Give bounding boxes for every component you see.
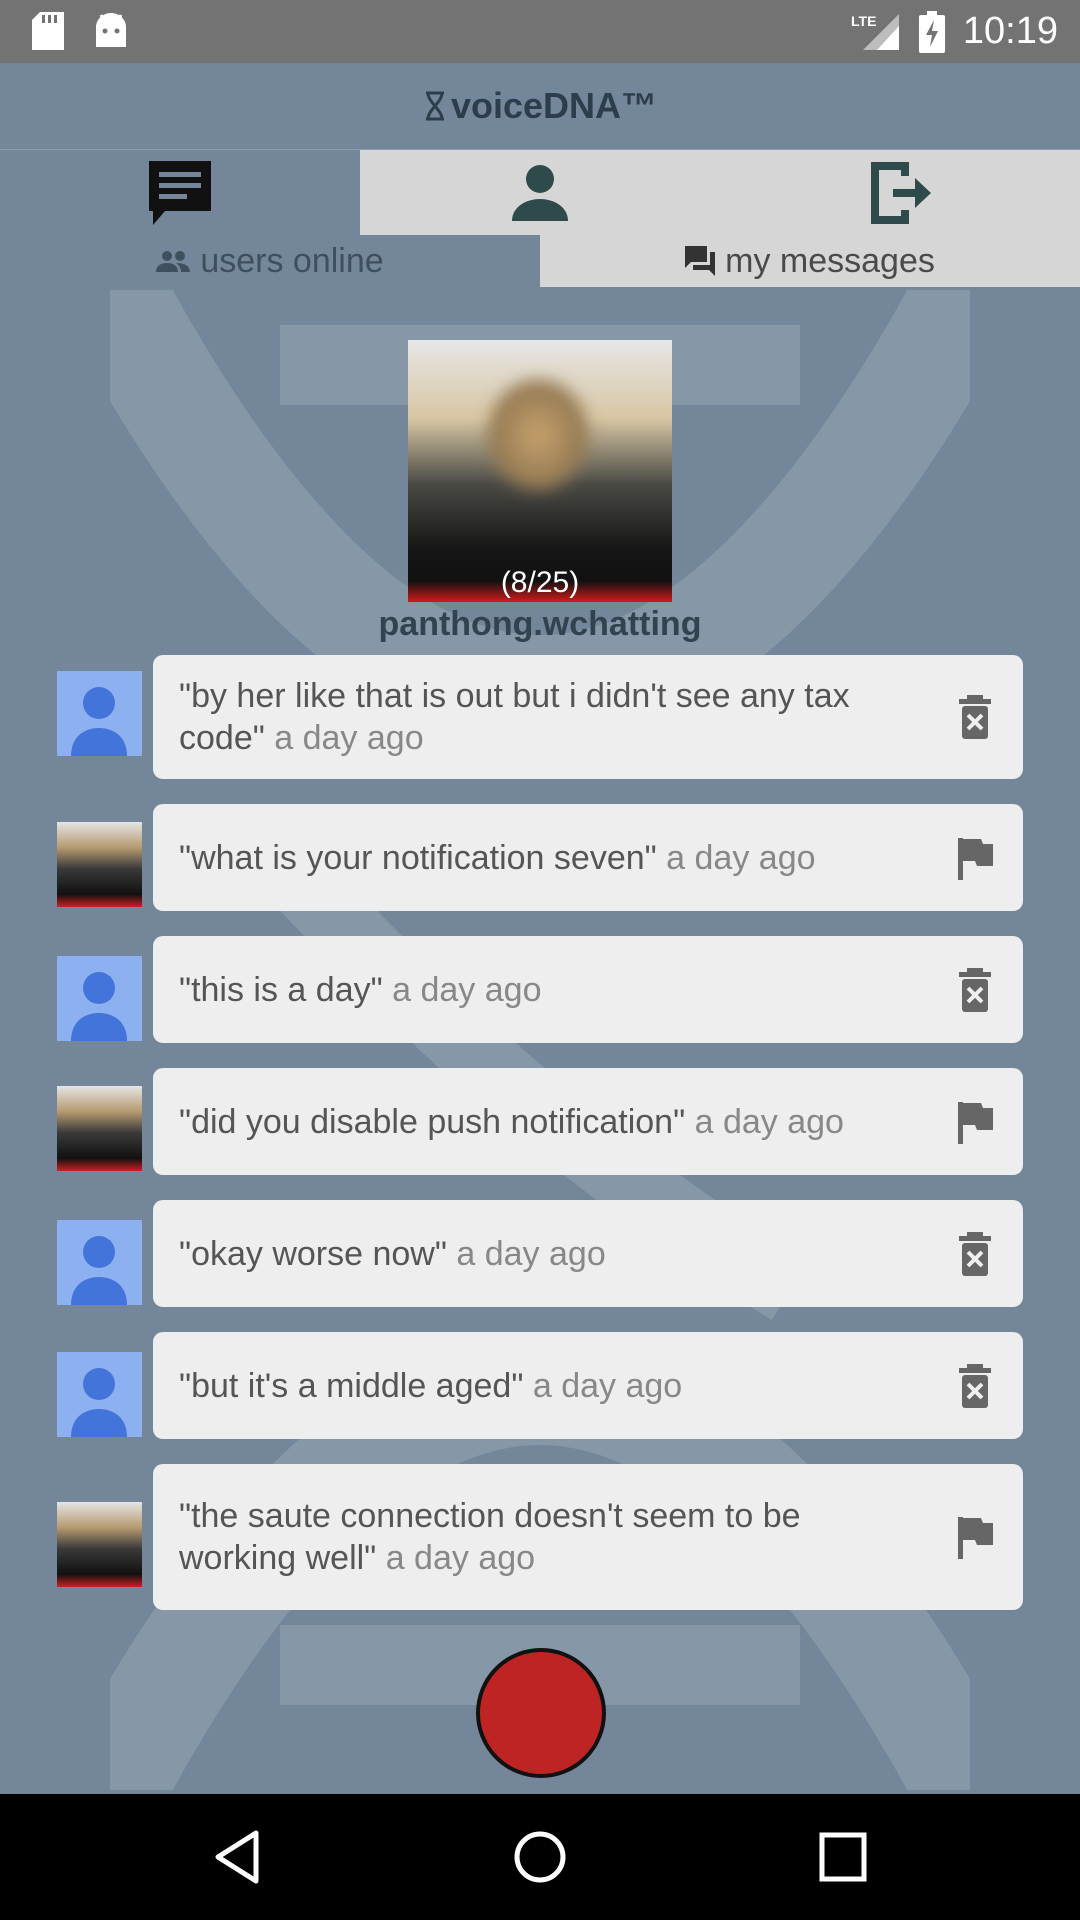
tab-logout[interactable] xyxy=(720,150,1080,235)
message-count: (8/25) xyxy=(500,566,580,599)
message-bubble[interactable]: "what is your notification seven" a day … xyxy=(153,804,1023,911)
message-text: "this is a day" a day ago xyxy=(179,969,541,1011)
message-text: "by her like that is out but i didn't se… xyxy=(179,675,913,759)
avatar[interactable] xyxy=(57,1502,142,1587)
avatar[interactable] xyxy=(57,671,142,756)
dna-logo-icon xyxy=(425,91,444,121)
signal-icon: LTE xyxy=(851,13,899,50)
message-text: "but it's a middle aged" a day ago xyxy=(179,1365,682,1407)
message-bubble[interactable]: "this is a day" a day ago xyxy=(153,936,1023,1043)
message-bubble[interactable]: "by her like that is out but i didn't se… xyxy=(153,655,1023,779)
message-bubble[interactable]: "okay worse now" a day ago xyxy=(153,1200,1023,1307)
message-body: "did you disable push notification" xyxy=(179,1102,686,1141)
avatar[interactable] xyxy=(57,1352,142,1437)
clock: 10:19 xyxy=(962,10,1058,52)
message-body: "what is your notification seven" xyxy=(179,838,657,877)
subtab-my-messages-label: my messages xyxy=(725,241,935,280)
delete-icon[interactable] xyxy=(955,1231,995,1276)
subtab-my-messages[interactable]: my messages xyxy=(540,235,1080,287)
messages-icon xyxy=(685,246,716,276)
message-time: a day ago xyxy=(385,1539,536,1577)
message-text: "did you disable push notification" a da… xyxy=(179,1101,844,1143)
delete-icon[interactable] xyxy=(955,967,995,1012)
delete-icon[interactable] xyxy=(955,1363,995,1408)
system-nav-bar xyxy=(0,1794,1080,1920)
message-time: a day ago xyxy=(456,1234,606,1273)
message-time: a day ago xyxy=(694,1102,844,1141)
message-time: a day ago xyxy=(392,970,542,1009)
message-time: a day ago xyxy=(666,838,816,877)
back-icon[interactable] xyxy=(212,1829,260,1885)
app-title-text: voiceDNA™ xyxy=(450,85,658,126)
sd-card-icon xyxy=(32,12,64,50)
message-time: a day ago xyxy=(532,1366,683,1405)
subtab-users-online-label: users online xyxy=(200,241,384,280)
default-user-icon xyxy=(71,687,127,756)
message-text: "okay worse now" a day ago xyxy=(179,1233,606,1275)
avatar[interactable] xyxy=(57,1086,142,1171)
default-user-icon xyxy=(71,1368,127,1437)
app-title: voiceDNA™ xyxy=(423,85,657,127)
message-body: "but it's a middle aged" xyxy=(179,1366,524,1405)
person-icon xyxy=(512,164,568,221)
flag-icon[interactable] xyxy=(955,1100,995,1144)
message-bubble[interactable]: "did you disable push notification" a da… xyxy=(153,1068,1023,1175)
chat-icon xyxy=(149,160,211,225)
main-tabs xyxy=(0,150,1080,235)
avatar[interactable] xyxy=(57,822,142,907)
app-bar: voiceDNA™ xyxy=(0,63,1080,150)
record-button[interactable] xyxy=(476,1648,606,1778)
default-user-icon xyxy=(71,1236,127,1305)
message-text: "what is your notification seven" a day … xyxy=(179,837,816,879)
message-text: "the saute connection doesn't seem to be… xyxy=(179,1495,913,1579)
tab-chat[interactable] xyxy=(0,150,360,235)
username: panthong.wchatting xyxy=(378,605,702,643)
profile-photo[interactable]: (8/25) xyxy=(408,340,672,602)
battery-icon xyxy=(918,10,945,53)
message-body: "this is a day" xyxy=(179,970,383,1009)
home-icon[interactable] xyxy=(512,1829,568,1885)
android-icon xyxy=(96,13,126,47)
flag-icon[interactable] xyxy=(955,836,995,880)
delete-icon[interactable] xyxy=(955,695,995,739)
tab-profile[interactable] xyxy=(360,150,720,235)
avatar[interactable] xyxy=(57,956,142,1041)
default-user-icon xyxy=(71,972,127,1041)
avatar[interactable] xyxy=(57,1220,142,1305)
people-icon xyxy=(156,251,191,272)
status-bar: LTE 10:19 xyxy=(0,0,1080,63)
network-type: LTE xyxy=(851,13,876,29)
message-body: "okay worse now" xyxy=(179,1234,447,1273)
message-time: a day ago xyxy=(274,719,424,757)
message-bubble[interactable]: "the saute connection doesn't seem to be… xyxy=(153,1464,1023,1610)
flag-icon[interactable] xyxy=(955,1515,995,1559)
recents-icon[interactable] xyxy=(818,1829,868,1885)
logout-icon xyxy=(871,161,931,224)
subtab-users-online[interactable]: users online xyxy=(0,235,540,287)
message-bubble[interactable]: "but it's a middle aged" a day ago xyxy=(153,1332,1023,1439)
sub-tabs: users online my messages xyxy=(0,235,1080,287)
